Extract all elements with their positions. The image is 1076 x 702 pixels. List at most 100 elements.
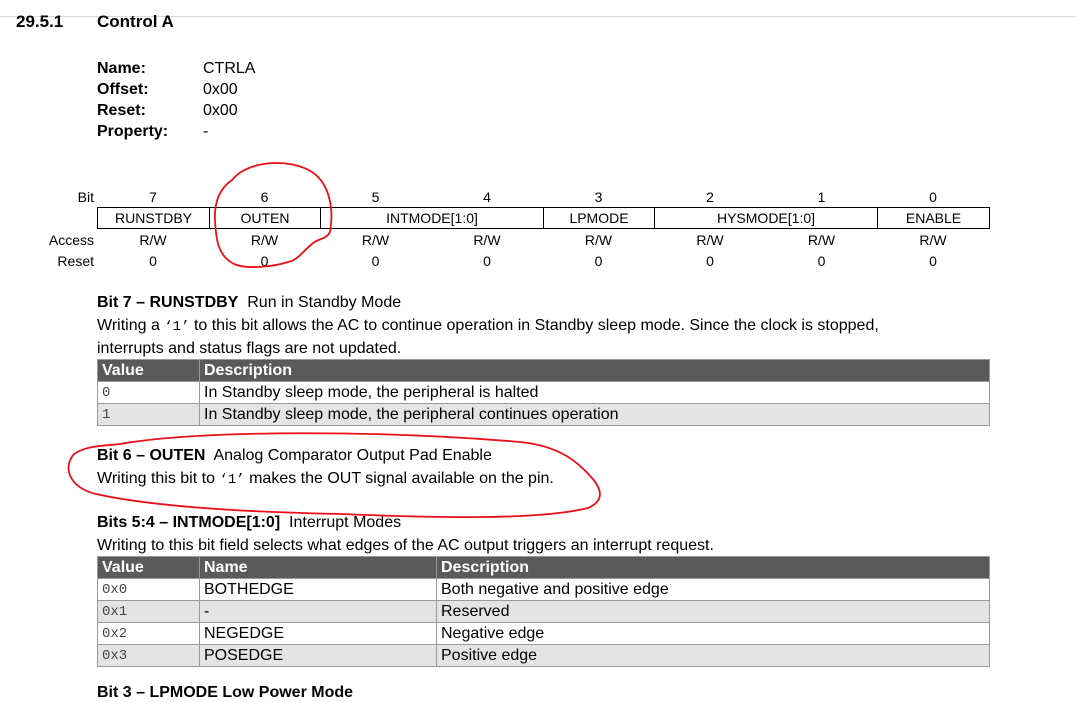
property-reset-row: Reset: 0x00	[97, 100, 255, 121]
reset-value: 0	[483, 253, 491, 269]
column-header: Value	[97, 556, 200, 579]
text-run: makes the OUT signal available on the pi…	[244, 470, 554, 487]
reset-value: 0	[817, 253, 826, 269]
description-cell: Both negative and positive edge	[436, 578, 990, 601]
value-cell: 1	[97, 403, 200, 426]
bit-number-row: Bit 7 6 5 4 3 2 1 0	[0, 186, 1000, 208]
value-cell: 0x3	[97, 644, 200, 667]
bit7-heading-text: Run in Standby Mode	[247, 294, 402, 311]
bit-number: 5	[371, 189, 380, 205]
table-row: 0x3 POSEDGE Positive edge	[97, 644, 990, 667]
bit7-description-line2: interrupts and status flags are not upda…	[97, 340, 402, 357]
bit6-description: Writing this bit to ‘1’ makes the OUT si…	[97, 468, 1057, 491]
property-value: CTRLA	[203, 60, 256, 77]
property-property-row: Property: -	[97, 121, 255, 142]
bit7-value-table: Value Description 0 In Standby sleep mod…	[97, 359, 990, 426]
bits54-heading: Bits 5:4 – INTMODE[1:0] Interrupt Modes	[97, 514, 401, 532]
table-row: 0x0 BOTHEDGE Both negative and positive …	[97, 578, 990, 601]
code-text: ‘1’	[164, 319, 190, 335]
field-hysmode: HYSMODE[1:0]	[654, 207, 878, 229]
register-properties: Name: CTRLA Offset: 0x00 Reset: 0x00 Pro…	[97, 58, 255, 142]
bit-number: 1	[817, 189, 826, 205]
description-cell: In Standby sleep mode, the peripheral co…	[199, 403, 990, 426]
table-header-row: Value Description	[97, 359, 990, 382]
field-name-row: RUNSTDBY OUTEN INTMODE[1:0] LPMODE HYSMO…	[0, 207, 1000, 229]
bit-number: 0	[929, 189, 937, 205]
property-key: Name:	[97, 60, 146, 77]
property-offset-row: Offset: 0x00	[97, 79, 255, 100]
bits54-value-table: Value Name Description 0x0 BOTHEDGE Both…	[97, 556, 990, 667]
table-row: 1 In Standby sleep mode, the peripheral …	[97, 403, 990, 426]
next-section-heading-partial: Bit 3 – LPMODE Low Power Mode	[97, 684, 354, 701]
bit7-description: Writing a ‘1’ to this bit allows the AC …	[97, 315, 1057, 360]
reset-value: 0	[260, 253, 269, 269]
access-value: R/W	[584, 232, 613, 248]
name-cell: NEGEDGE	[199, 622, 437, 645]
section-number: 29.5.1	[16, 12, 64, 31]
bit6-heading-text: Analog Comparator Output Pad Enable	[213, 447, 492, 464]
field-runstdby: RUNSTDBY	[97, 207, 210, 229]
field-lpmode: LPMODE	[543, 207, 655, 229]
property-name-row: Name: CTRLA	[97, 58, 255, 79]
bit6-heading: Bit 6 – OUTEN Analog Comparator Output P…	[97, 447, 492, 465]
access-row: Access R/W R/W R/W R/W R/W R/W R/W R/W	[0, 229, 1000, 251]
table-row: 0x2 NEGEDGE Negative edge	[97, 622, 990, 645]
access-value: R/W	[250, 232, 279, 248]
bit-number: 2	[706, 189, 714, 205]
bit7-description-line1: Writing a ‘1’ to this bit allows the AC …	[97, 315, 1057, 338]
description-cell: In Standby sleep mode, the peripheral is…	[199, 381, 990, 404]
access-row-label: Access	[48, 232, 94, 248]
bits54-description: Writing to this bit field selects what e…	[97, 537, 714, 554]
value-cell: 0	[97, 381, 200, 404]
property-value: -	[203, 123, 209, 140]
section-title: Control A	[97, 12, 174, 31]
value-cell: 0x0	[97, 578, 200, 601]
bit-number: 3	[594, 189, 603, 205]
bit7-heading: Bit 7 – RUNSTDBY Run in Standby Mode	[97, 294, 401, 312]
field-enable: ENABLE	[877, 207, 990, 229]
property-key: Offset:	[97, 81, 149, 98]
bit-number: 4	[483, 189, 491, 205]
bit6-heading-bold: Bit 6 – OUTEN	[97, 447, 206, 464]
table-row: 0 In Standby sleep mode, the peripheral …	[97, 381, 990, 404]
text-run: Writing a	[97, 317, 165, 334]
column-header: Value	[97, 359, 200, 382]
text-run: Writing this bit to	[97, 470, 220, 487]
column-header: Description	[436, 556, 990, 579]
text-run: to this bit allows the AC to continue op…	[189, 317, 879, 334]
name-cell: POSEDGE	[199, 644, 437, 667]
bit7-heading-bold: Bit 7 – RUNSTDBY	[97, 294, 239, 311]
bits54-heading-bold: Bits 5:4 – INTMODE[1:0]	[97, 514, 281, 531]
description-cell: Negative edge	[436, 622, 990, 645]
column-header: Name	[199, 556, 437, 579]
reset-row-label: Reset	[57, 253, 94, 269]
bits54-heading-text: Interrupt Modes	[289, 514, 402, 531]
reset-value: 0	[706, 253, 714, 269]
name-cell: -	[199, 600, 437, 623]
access-value: R/W	[696, 232, 724, 248]
access-value: R/W	[473, 232, 501, 248]
reset-value: 0	[371, 253, 380, 269]
column-header: Description	[199, 359, 990, 382]
bit-number: 6	[260, 189, 269, 205]
property-key: Reset:	[97, 102, 146, 119]
bit-number: 7	[149, 189, 157, 205]
field-outen: OUTEN	[209, 207, 321, 229]
access-value: R/W	[807, 232, 836, 248]
description-cell: Positive edge	[436, 644, 990, 667]
field-intmode: INTMODE[1:0]	[320, 207, 544, 229]
property-key: Property:	[97, 123, 169, 140]
table-row: 0x1 - Reserved	[97, 600, 990, 623]
table-header-row: Value Name Description	[97, 556, 990, 579]
access-value: R/W	[139, 232, 167, 248]
bit-row-label: Bit	[77, 189, 94, 205]
property-value: 0x00	[203, 81, 238, 98]
access-value: R/W	[361, 232, 390, 248]
reset-value: 0	[929, 253, 937, 269]
reset-value: 0	[594, 253, 603, 269]
reset-value: 0	[149, 253, 157, 269]
name-cell: BOTHEDGE	[199, 578, 437, 601]
description-cell: Reserved	[436, 600, 990, 623]
property-value: 0x00	[203, 102, 238, 119]
access-value: R/W	[919, 232, 947, 248]
